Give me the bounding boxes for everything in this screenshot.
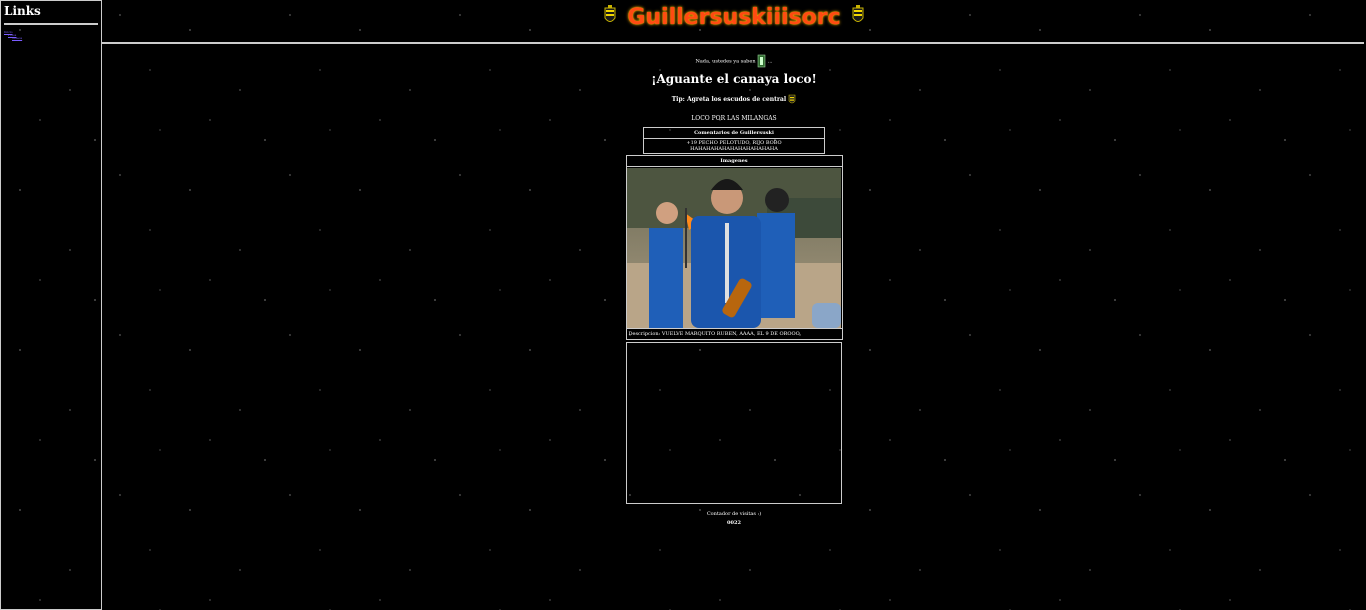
- image-description: Descripcion: VUELVE MARQUITO RUBEN, AAAA…: [626, 328, 842, 339]
- loco-line: LOCO POR LAS MILANGAS: [691, 115, 777, 122]
- banner-title: Guillersuskiiisorc: [627, 5, 841, 30]
- visit-counter-label: Contador de visitas :): [706, 511, 762, 517]
- intro-text: Nada, ustedes ya saben: [695, 58, 756, 65]
- banner: Guillersuskiiisorc: [102, 0, 1366, 42]
- club-shield-icon: [852, 5, 864, 22]
- sidebar-divider: [4, 23, 98, 25]
- visit-counter-value: 0022: [727, 520, 741, 526]
- sidebar-link-3[interactable]: Videos: [12, 37, 101, 40]
- headline: ¡Aguante el canaya loco!: [651, 72, 817, 86]
- intro-line: Nada, ustedes ya saben ...: [102, 54, 1366, 68]
- image-box: Imagenes Descripcion: VUELVE MARQUITO RU…: [625, 155, 843, 340]
- player-photo: [627, 168, 841, 328]
- sidebar-link-list: Inicio Fotos Videos: [1, 31, 101, 40]
- tip-line: Tip: Agreta los escudos de central: [102, 94, 1366, 105]
- main-content: Nada, ustedes ya saben ... ¡Aguante el c…: [102, 46, 1366, 526]
- sidebar: Links Inicio Fotos Videos: [0, 0, 102, 610]
- comments-box: Comentarios de Guillersuski +19 PECHO PE…: [643, 127, 825, 154]
- tip-text: Tip: Agreta los escudos de central: [671, 96, 787, 103]
- image-header: Imagenes: [626, 156, 842, 167]
- sidebar-title: Links: [4, 4, 41, 18]
- embedded-frame: [626, 342, 842, 504]
- header-divider: [102, 42, 1364, 44]
- comments-body: +19 PECHO PELOTUDO, RIJO BOBO HAHAHAHAHA…: [686, 140, 782, 152]
- jersey-icon: [757, 54, 766, 68]
- club-shield-icon: [788, 94, 796, 104]
- comments-header: Comentarios de Guillersuski: [644, 128, 824, 139]
- club-shield-icon: [604, 5, 616, 22]
